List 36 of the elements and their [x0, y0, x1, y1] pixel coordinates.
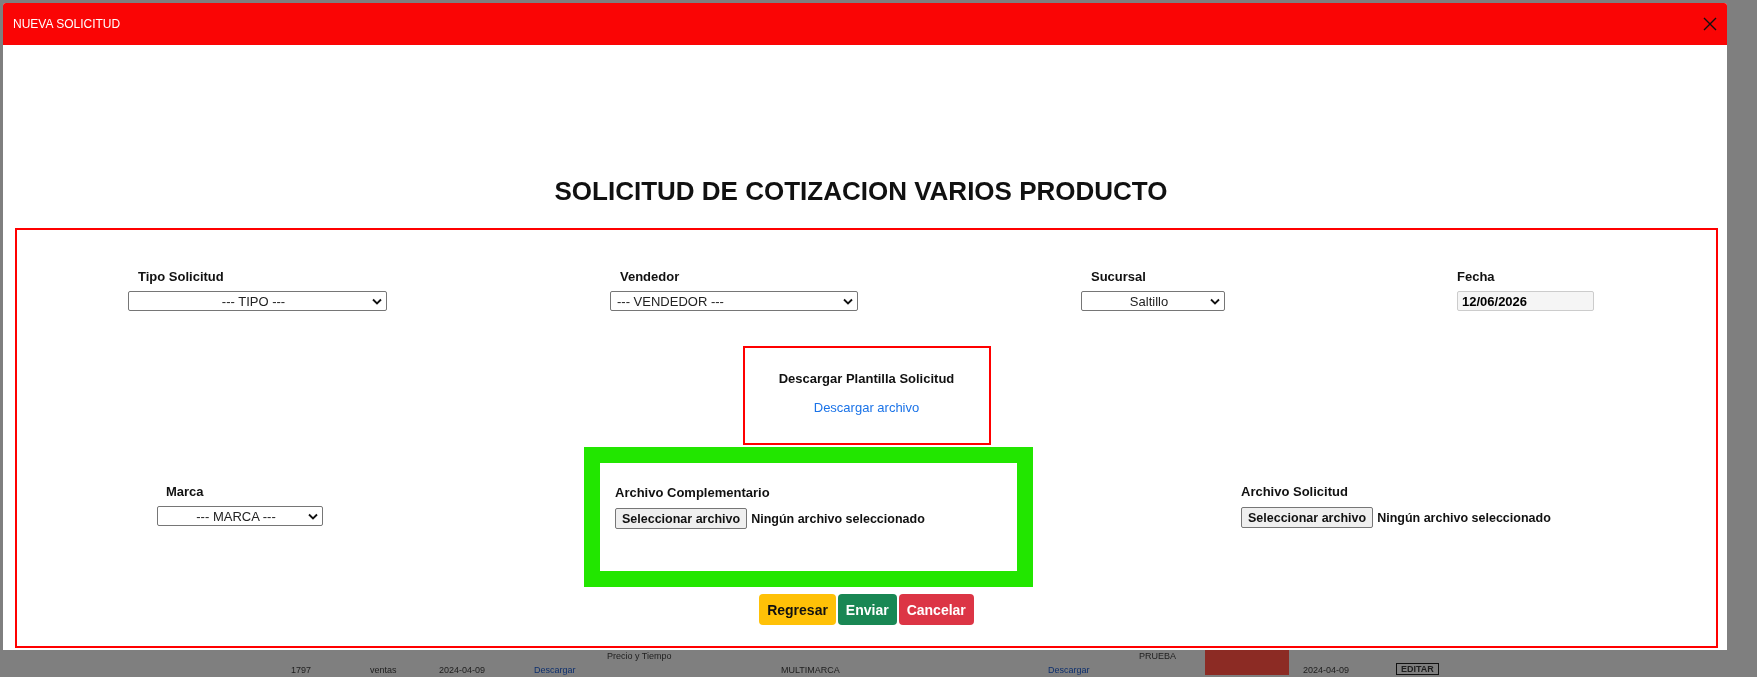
back-button[interactable]: Regresar: [759, 594, 836, 625]
close-icon[interactable]: [1703, 17, 1717, 31]
cancel-button[interactable]: Cancelar: [898, 594, 974, 625]
edit-button[interactable]: EDITAR: [1396, 663, 1439, 675]
chevron-down-icon: [308, 512, 318, 520]
field-label: Fecha: [1457, 269, 1495, 284]
choose-file-button[interactable]: Seleccionar archivo: [1241, 507, 1374, 528]
select-field[interactable]: --- VENDEDOR ---: [610, 291, 858, 311]
select-field[interactable]: --- TIPO ---: [128, 291, 387, 311]
table-cell-text: 1797: [291, 665, 312, 675]
download-link[interactable]: Descargar archivo: [813, 400, 920, 415]
chevron-down-icon: [372, 297, 382, 305]
send-button[interactable]: Enviar: [837, 594, 897, 625]
form-heading: SOLICITUD DE COTIZACION VARIOS PRODUCTO: [553, 175, 1169, 207]
field-label: Archivo Complementario: [615, 485, 770, 500]
date-field[interactable]: 12/06/2026: [1457, 291, 1594, 311]
field-label: Tipo Solicitud: [138, 269, 224, 284]
select-field[interactable]: Saltillo: [1081, 291, 1225, 311]
choose-file-button[interactable]: Seleccionar archivo: [615, 508, 748, 529]
table-cell-text: ventas: [370, 665, 397, 675]
field-label: Vendedor: [620, 269, 680, 284]
field-label: Sucursal: [1091, 269, 1146, 284]
file-status-text: Ningún archivo seleccionado: [1377, 510, 1551, 525]
template-title: Descargar Plantilla Solicitud: [778, 371, 955, 386]
chevron-down-icon: [843, 297, 853, 305]
table-cell-text: MULTIMARCA: [781, 665, 840, 675]
field-label: Archivo Solicitud: [1241, 484, 1348, 499]
file-status-text: Ningún archivo seleccionado: [751, 511, 925, 526]
table-cell-text: 2024-04-09: [1303, 665, 1350, 675]
table-cell-text: 2024-04-09: [439, 665, 486, 675]
table-cell-text: Precio y Tiempo: [607, 651, 672, 661]
select-field[interactable]: --- MARCA ---: [157, 506, 323, 526]
field-label: Marca: [166, 484, 204, 499]
table-cell-text: PRUEBA: [1139, 651, 1176, 661]
modal-title: NUEVA SOLICITUD: [13, 17, 121, 31]
chevron-down-icon: [1210, 297, 1220, 305]
